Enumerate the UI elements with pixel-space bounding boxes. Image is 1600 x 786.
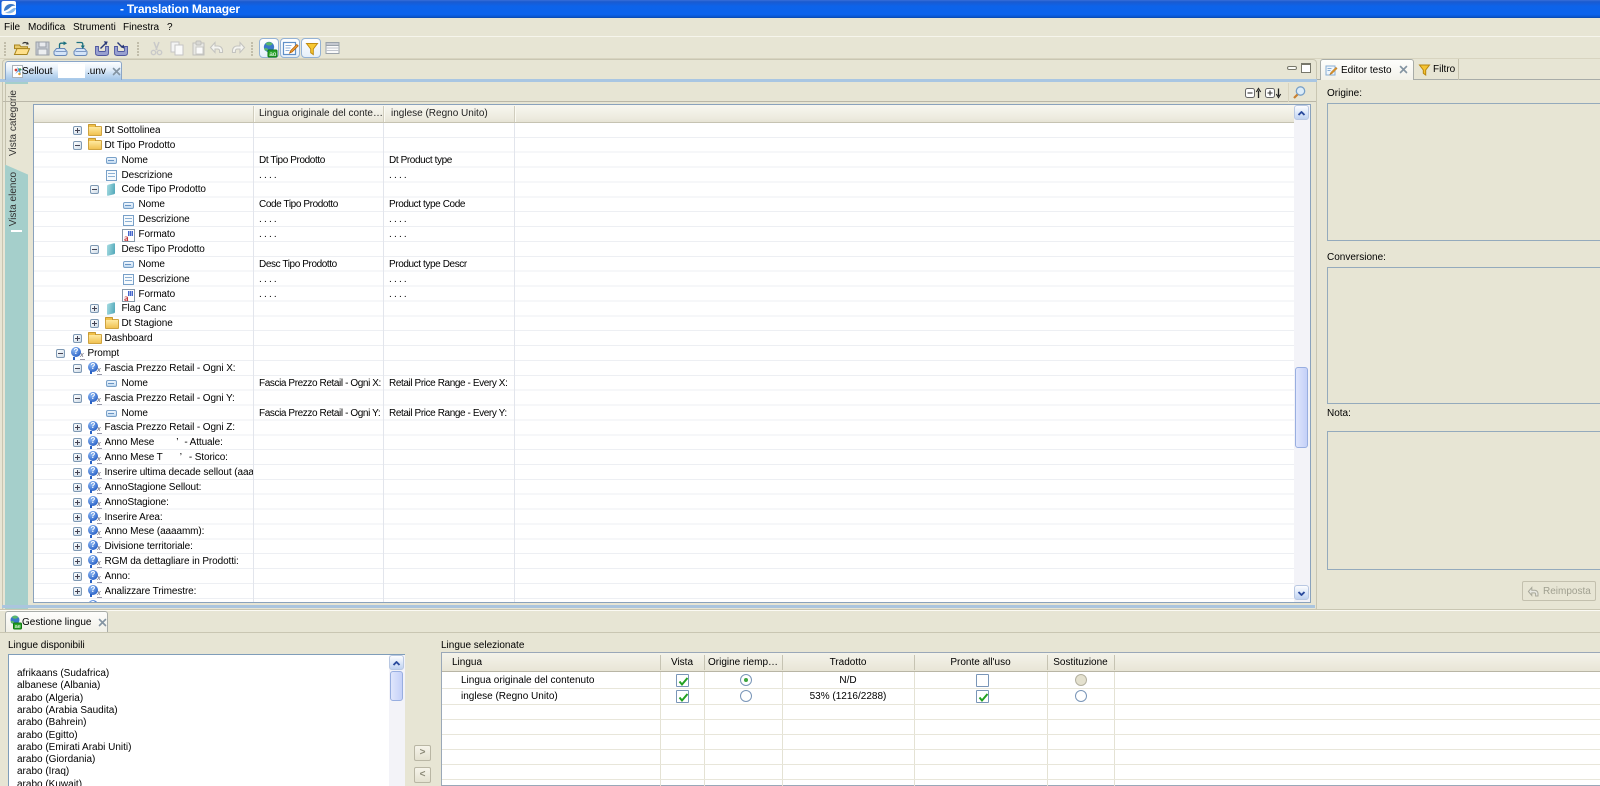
svg-text:ae: ae [15, 624, 21, 630]
svg-text:ao: ao [269, 51, 277, 58]
